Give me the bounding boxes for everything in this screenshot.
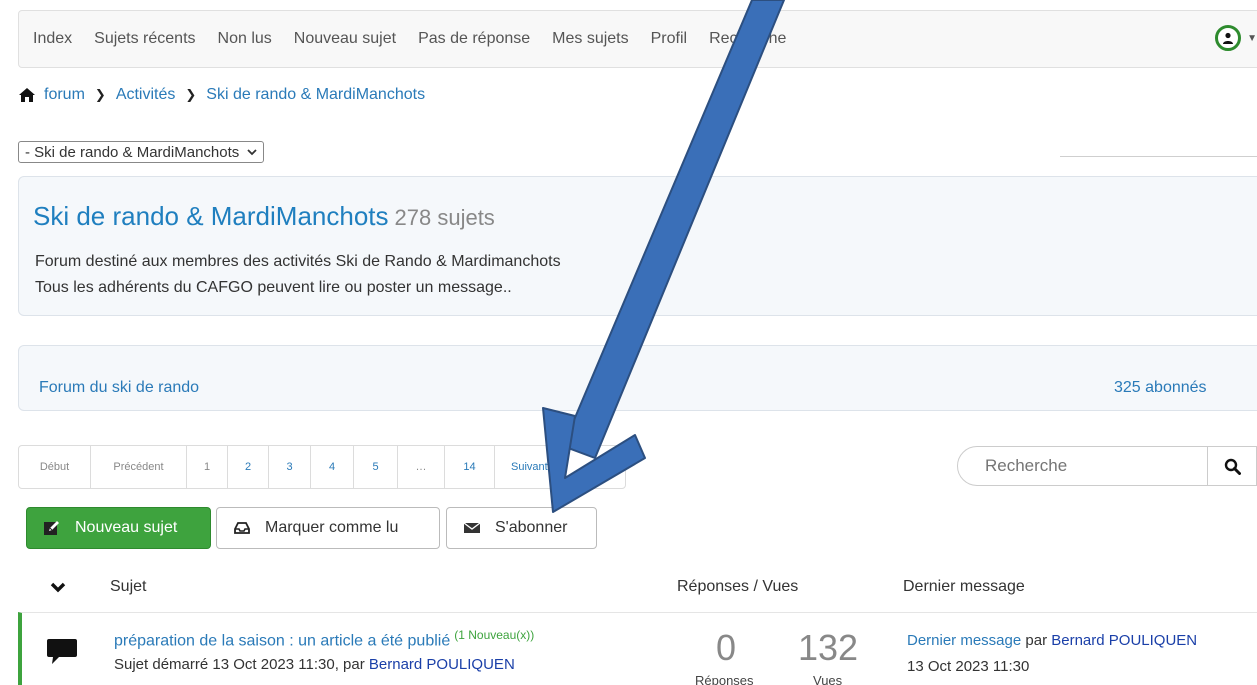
page-first[interactable]: Début: [19, 446, 91, 488]
inbox-icon: [234, 522, 250, 534]
topic-title-link[interactable]: préparation de la saison : un article a …: [114, 632, 450, 649]
mark-read-button[interactable]: Marquer comme lu: [216, 507, 440, 549]
page-1: 1: [187, 446, 228, 488]
page-3[interactable]: 3: [269, 446, 311, 488]
search-icon: [1224, 458, 1241, 475]
last-post-date: 13 Oct 2023 11:30: [907, 658, 1030, 675]
page-previous[interactable]: Précédent: [91, 446, 187, 488]
new-topic-label: Nouveau sujet: [75, 519, 178, 536]
topic-author-link[interactable]: Bernard POULIQUEN: [369, 656, 515, 673]
edit-icon: [44, 521, 59, 535]
chevron-down-icon: [247, 148, 257, 155]
subforum-panel: Forum du ski de rando 325 abonnés: [18, 345, 1257, 411]
chevron-right-icon: ❯: [185, 87, 197, 102]
column-replies-views[interactable]: Réponses / Vues: [677, 578, 798, 596]
column-subject[interactable]: Sujet: [110, 578, 146, 596]
nav-my-topics[interactable]: Mes sujets: [552, 30, 628, 48]
topic-meta: Sujet démarré 13 Oct 2023 11:30, par Ber…: [114, 656, 515, 673]
new-topic-button[interactable]: Nouveau sujet: [26, 507, 211, 549]
breadcrumb-forum[interactable]: forum: [44, 86, 85, 104]
nav-no-reply[interactable]: Pas de réponse: [418, 30, 530, 48]
user-menu[interactable]: ▼: [1215, 25, 1257, 51]
forum-description-line: Forum destiné aux membres des activités …: [35, 253, 561, 270]
views-label: Vues: [813, 673, 843, 685]
page-5[interactable]: 5: [354, 446, 398, 488]
column-last-message[interactable]: Dernier message: [903, 578, 1025, 596]
chevron-right-icon: ❯: [94, 87, 106, 102]
last-post-link[interactable]: Dernier message: [907, 632, 1021, 649]
breadcrumb-current-forum[interactable]: Ski de rando & MardiManchots: [206, 86, 425, 104]
forum-title: Ski de rando & MardiManchots 278 sujets: [33, 201, 495, 232]
nav-unread[interactable]: Non lus: [218, 30, 272, 48]
home-icon[interactable]: [18, 87, 36, 103]
mark-read-label: Marquer comme lu: [265, 519, 399, 536]
search-button[interactable]: [1207, 446, 1257, 486]
subscribe-button[interactable]: S'abonner: [446, 507, 597, 549]
subscribers-count[interactable]: 325 abonnés: [1114, 379, 1207, 397]
nav-new-topic[interactable]: Nouveau sujet: [294, 30, 396, 48]
forum-topic-count: 278 sujets: [394, 205, 495, 230]
topic-started-text: Sujet démarré 13 Oct 2023 11:30, par: [114, 656, 365, 673]
page-ellipsis: …: [398, 446, 445, 488]
views-count: 132: [798, 627, 859, 668]
topic-row: préparation de la saison : un article a …: [18, 612, 1257, 685]
pagination: Début Précédent 1 2 3 4 5 … 14 Suivant: [18, 445, 626, 489]
forum-description: Forum destiné aux membres des activités …: [35, 249, 561, 301]
user-avatar-icon[interactable]: [1215, 25, 1242, 51]
last-post-info: Dernier message par Bernard POULIQUEN: [907, 632, 1197, 649]
page-next[interactable]: Suivant: [495, 446, 625, 488]
nav-recent-topics[interactable]: Sujets récents: [94, 30, 195, 48]
subforum-link[interactable]: Forum du ski de rando: [39, 379, 199, 397]
forum-header: Ski de rando & MardiManchots 278 sujets F…: [18, 176, 1257, 316]
replies-count: 0: [716, 627, 737, 668]
last-post-author-link[interactable]: Bernard POULIQUEN: [1051, 632, 1197, 649]
search-input[interactable]: [985, 456, 1225, 476]
comment-icon: [47, 639, 77, 664]
last-post-by: par: [1025, 632, 1048, 649]
breadcrumb: forum ❯ Activités ❯ Ski de rando & Mardi…: [18, 86, 425, 104]
nav-profile[interactable]: Profil: [651, 30, 687, 48]
topic-title: préparation de la saison : un article a …: [114, 628, 534, 650]
top-navbar: Index Sujets récents Non lus Nouveau suj…: [18, 10, 1257, 68]
nav-search[interactable]: Recherche: [709, 30, 786, 48]
page-2[interactable]: 2: [228, 446, 269, 488]
envelope-icon: [463, 522, 481, 533]
page-4[interactable]: 4: [311, 446, 354, 488]
page-14[interactable]: 14: [445, 446, 495, 488]
forum-title-text: Ski de rando & MardiManchots: [33, 201, 389, 231]
forum-jump-selected: - Ski de rando & MardiManchots: [25, 143, 240, 161]
breadcrumb-activities[interactable]: Activités: [116, 86, 176, 104]
chevron-down-icon[interactable]: ▼: [1247, 33, 1257, 44]
subscribe-label: S'abonner: [495, 519, 568, 536]
new-posts-badge[interactable]: (1 Nouveau(x)): [454, 628, 534, 642]
divider: [1060, 156, 1257, 157]
chevron-down-icon[interactable]: [50, 582, 66, 594]
forum-jump-select[interactable]: - Ski de rando & MardiManchots: [18, 141, 265, 163]
replies-label: Réponses: [695, 673, 754, 685]
forum-description-line: Tous les adhérents du CAFGO peuvent lire…: [35, 279, 512, 296]
nav-index[interactable]: Index: [33, 30, 72, 48]
